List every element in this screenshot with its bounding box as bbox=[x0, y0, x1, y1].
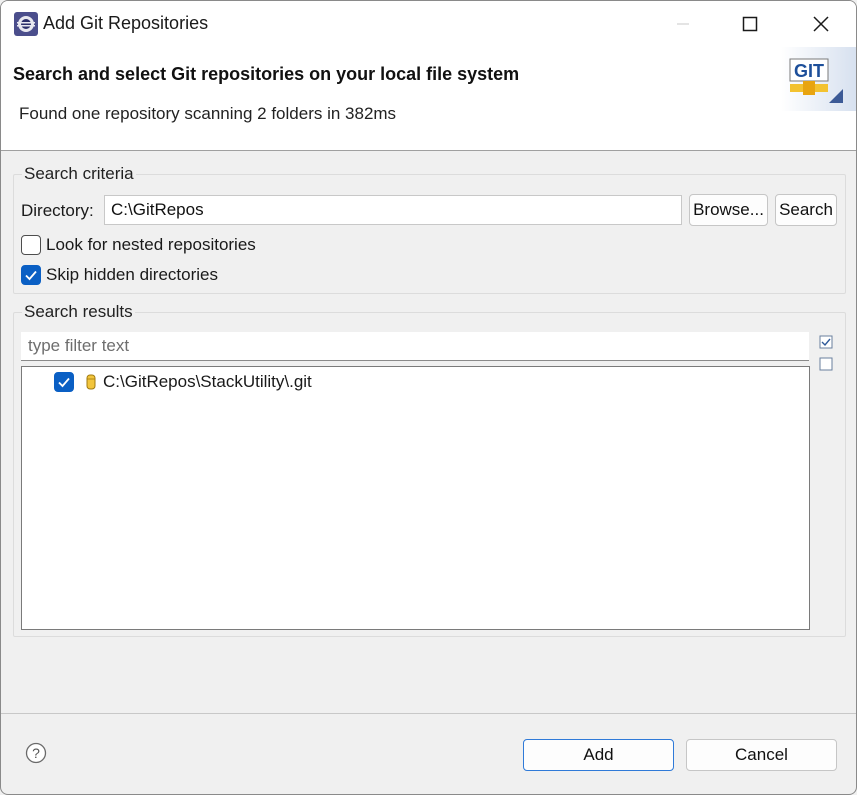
svg-text:?: ? bbox=[32, 745, 40, 761]
add-git-repositories-dialog: Add Git Repositories Search and select G… bbox=[0, 0, 857, 795]
nested-repositories-checkbox[interactable] bbox=[21, 235, 41, 255]
select-all-icon[interactable] bbox=[819, 335, 833, 349]
minimize-icon bbox=[677, 23, 689, 25]
minimize-button[interactable] bbox=[653, 1, 713, 47]
repository-checkbox[interactable] bbox=[54, 372, 74, 392]
cancel-button[interactable]: Cancel bbox=[686, 739, 837, 771]
skip-hidden-checkbox[interactable] bbox=[21, 265, 41, 285]
skip-hidden-label: Skip hidden directories bbox=[46, 265, 218, 284]
search-results-label: Search results bbox=[22, 302, 135, 322]
repository-results-list: C:\GitRepos\StackUtility\.git bbox=[21, 366, 810, 630]
maximize-icon bbox=[742, 16, 758, 32]
help-icon[interactable]: ? bbox=[25, 742, 47, 764]
skip-hidden-option[interactable]: Skip hidden directories bbox=[21, 265, 218, 285]
search-button[interactable]: Search bbox=[775, 194, 837, 226]
footer-divider bbox=[1, 713, 856, 714]
checkmark-icon bbox=[58, 377, 70, 388]
git-banner-icon: GIT bbox=[781, 47, 856, 111]
maximize-button[interactable] bbox=[720, 1, 780, 47]
close-button[interactable] bbox=[791, 1, 851, 47]
checkmark-icon bbox=[25, 270, 37, 281]
nested-repositories-option[interactable]: Look for nested repositories bbox=[21, 235, 256, 255]
window-title: Add Git Repositories bbox=[43, 13, 209, 33]
git-banner-text: GIT bbox=[794, 61, 824, 81]
add-button[interactable]: Add bbox=[523, 739, 674, 771]
eclipse-app-icon bbox=[14, 12, 38, 36]
title-bar: Add Git Repositories bbox=[1, 1, 856, 47]
nested-repositories-label: Look for nested repositories bbox=[46, 235, 256, 254]
list-item[interactable]: C:\GitRepos\StackUtility\.git bbox=[54, 372, 312, 392]
deselect-all-icon[interactable] bbox=[819, 357, 833, 371]
directory-label: Directory: bbox=[21, 201, 94, 220]
filter-input[interactable] bbox=[21, 332, 809, 361]
directory-input[interactable] bbox=[104, 195, 682, 225]
page-title: Search and select Git repositories on yo… bbox=[13, 64, 520, 84]
search-criteria-label: Search criteria bbox=[22, 164, 136, 184]
repository-icon bbox=[86, 374, 96, 390]
browse-button[interactable]: Browse... bbox=[689, 194, 768, 226]
close-icon bbox=[813, 16, 829, 32]
status-message: Found one repository scanning 2 folders … bbox=[19, 104, 397, 123]
repository-path: C:\GitRepos\StackUtility\.git bbox=[103, 372, 312, 391]
wizard-header: Search and select Git repositories on yo… bbox=[1, 47, 856, 151]
